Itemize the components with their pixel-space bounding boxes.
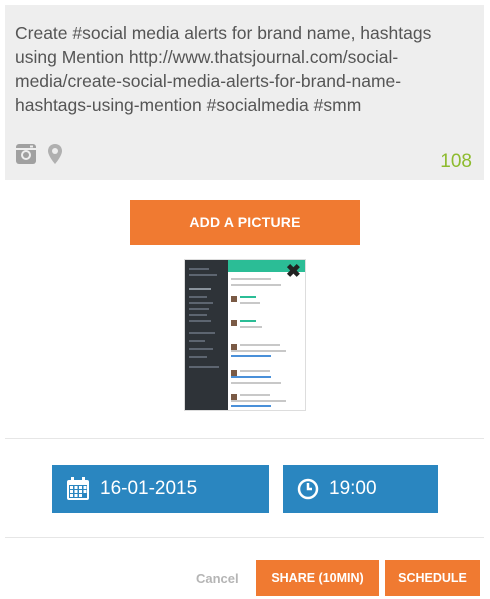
divider [5,537,484,538]
schedule-button[interactable]: SCHEDULE [385,560,480,596]
instagram-icon[interactable] [15,143,37,170]
add-picture-button[interactable]: ADD A PICTURE [130,200,360,245]
time-picker[interactable]: 19:00 [283,465,438,513]
thumbnail-sidebar [185,260,228,410]
attached-picture-thumbnail[interactable]: ✖ [185,260,305,410]
post-text-area[interactable]: Create #social media alerts for brand na… [15,21,475,117]
location-pin-icon[interactable] [47,143,63,170]
share-now-button[interactable]: SHARE (10MIN) [256,560,379,596]
date-value: 16-01-2015 [100,478,198,499]
calendar-icon [66,477,90,501]
cancel-button[interactable]: Cancel [196,571,239,586]
date-picker[interactable]: 16-01-2015 [52,465,269,513]
composer-icons [15,143,63,170]
post-composer[interactable]: Create #social media alerts for brand na… [5,5,484,180]
divider [5,438,484,439]
character-count: 108 [440,151,472,172]
clock-icon [297,478,319,500]
remove-picture-icon[interactable]: ✖ [286,262,301,280]
time-value: 19:00 [329,478,377,499]
